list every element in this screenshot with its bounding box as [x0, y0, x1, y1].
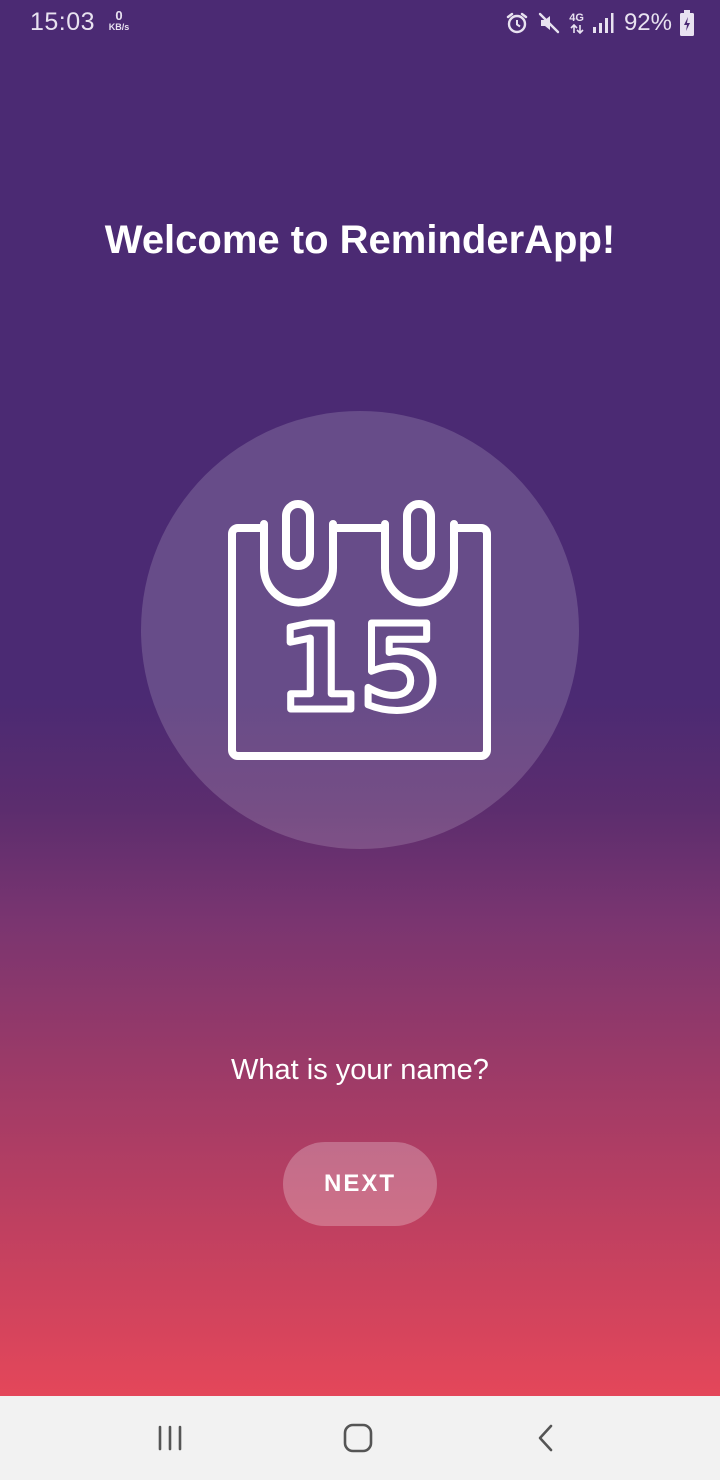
calendar-icon: 15 — [228, 500, 491, 760]
navigation-bar — [0, 1396, 720, 1480]
battery-percent: 92% — [623, 9, 672, 36]
battery-charging-icon — [680, 10, 694, 36]
recent-apps-icon — [158, 1425, 182, 1451]
back-button[interactable] — [516, 1416, 576, 1460]
welcome-screen: 15:03 0 KB/s 4G 92% Welcome to ReminderA… — [0, 0, 720, 1396]
network-speed-value: 0 — [115, 8, 123, 23]
mute-icon — [539, 12, 560, 34]
alarm-icon — [507, 12, 528, 34]
calendar-day-number: 15 — [277, 599, 441, 737]
recent-apps-button[interactable] — [140, 1416, 200, 1460]
next-button[interactable]: NEXT — [283, 1142, 437, 1226]
network-type: 4G — [569, 11, 584, 24]
home-button[interactable] — [328, 1416, 388, 1460]
name-prompt: What is your name? — [231, 1054, 489, 1086]
welcome-title: Welcome to ReminderApp! — [104, 218, 616, 262]
back-icon — [538, 1424, 553, 1452]
status-icons: 4G 92% — [505, 8, 694, 38]
network-speed-unit: KB/s — [108, 22, 130, 32]
status-bar: 15:03 0 KB/s 4G 92% — [0, 0, 720, 46]
signal-icon — [592, 13, 614, 33]
status-time: 15:03 — [30, 8, 96, 36]
data-arrows-icon — [570, 23, 584, 34]
network-speed: 0 KB/s — [104, 9, 134, 32]
home-icon — [343, 1423, 373, 1453]
network-4g-icon: 4G — [569, 11, 584, 34]
